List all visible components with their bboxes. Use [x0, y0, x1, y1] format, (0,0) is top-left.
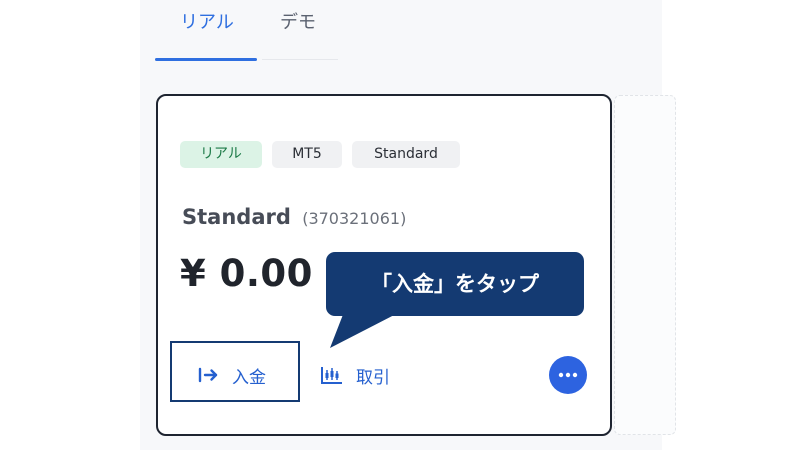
more-options-button[interactable]	[549, 356, 587, 394]
tab-divider	[262, 59, 338, 60]
account-name: Standard	[182, 205, 291, 229]
more-horizontal-icon	[558, 372, 578, 378]
account-number: (370321061)	[302, 209, 407, 228]
trade-button[interactable]: 取引	[320, 362, 390, 388]
deposit-label: 入金	[232, 367, 266, 388]
callout-pointer	[330, 312, 400, 348]
account-balance: ¥ 0.00	[180, 252, 313, 295]
platform-badge: MT5	[272, 141, 342, 168]
active-tab-indicator	[155, 58, 257, 61]
account-class-badge: Standard	[352, 141, 460, 168]
account-title: Standard (370321061)	[182, 205, 406, 229]
arrow-right-bar-icon	[198, 367, 220, 383]
candlestick-chart-icon	[320, 365, 344, 385]
account-type-badge: リアル	[180, 141, 262, 168]
deposit-button[interactable]: 入金	[198, 362, 266, 388]
callout-text: 「入金」をタップ	[371, 272, 539, 296]
trade-label: 取引	[356, 367, 390, 388]
next-account-card[interactable]	[614, 95, 676, 435]
tab-demo[interactable]: デモ	[280, 8, 316, 38]
tab-real[interactable]: リアル	[180, 8, 234, 38]
